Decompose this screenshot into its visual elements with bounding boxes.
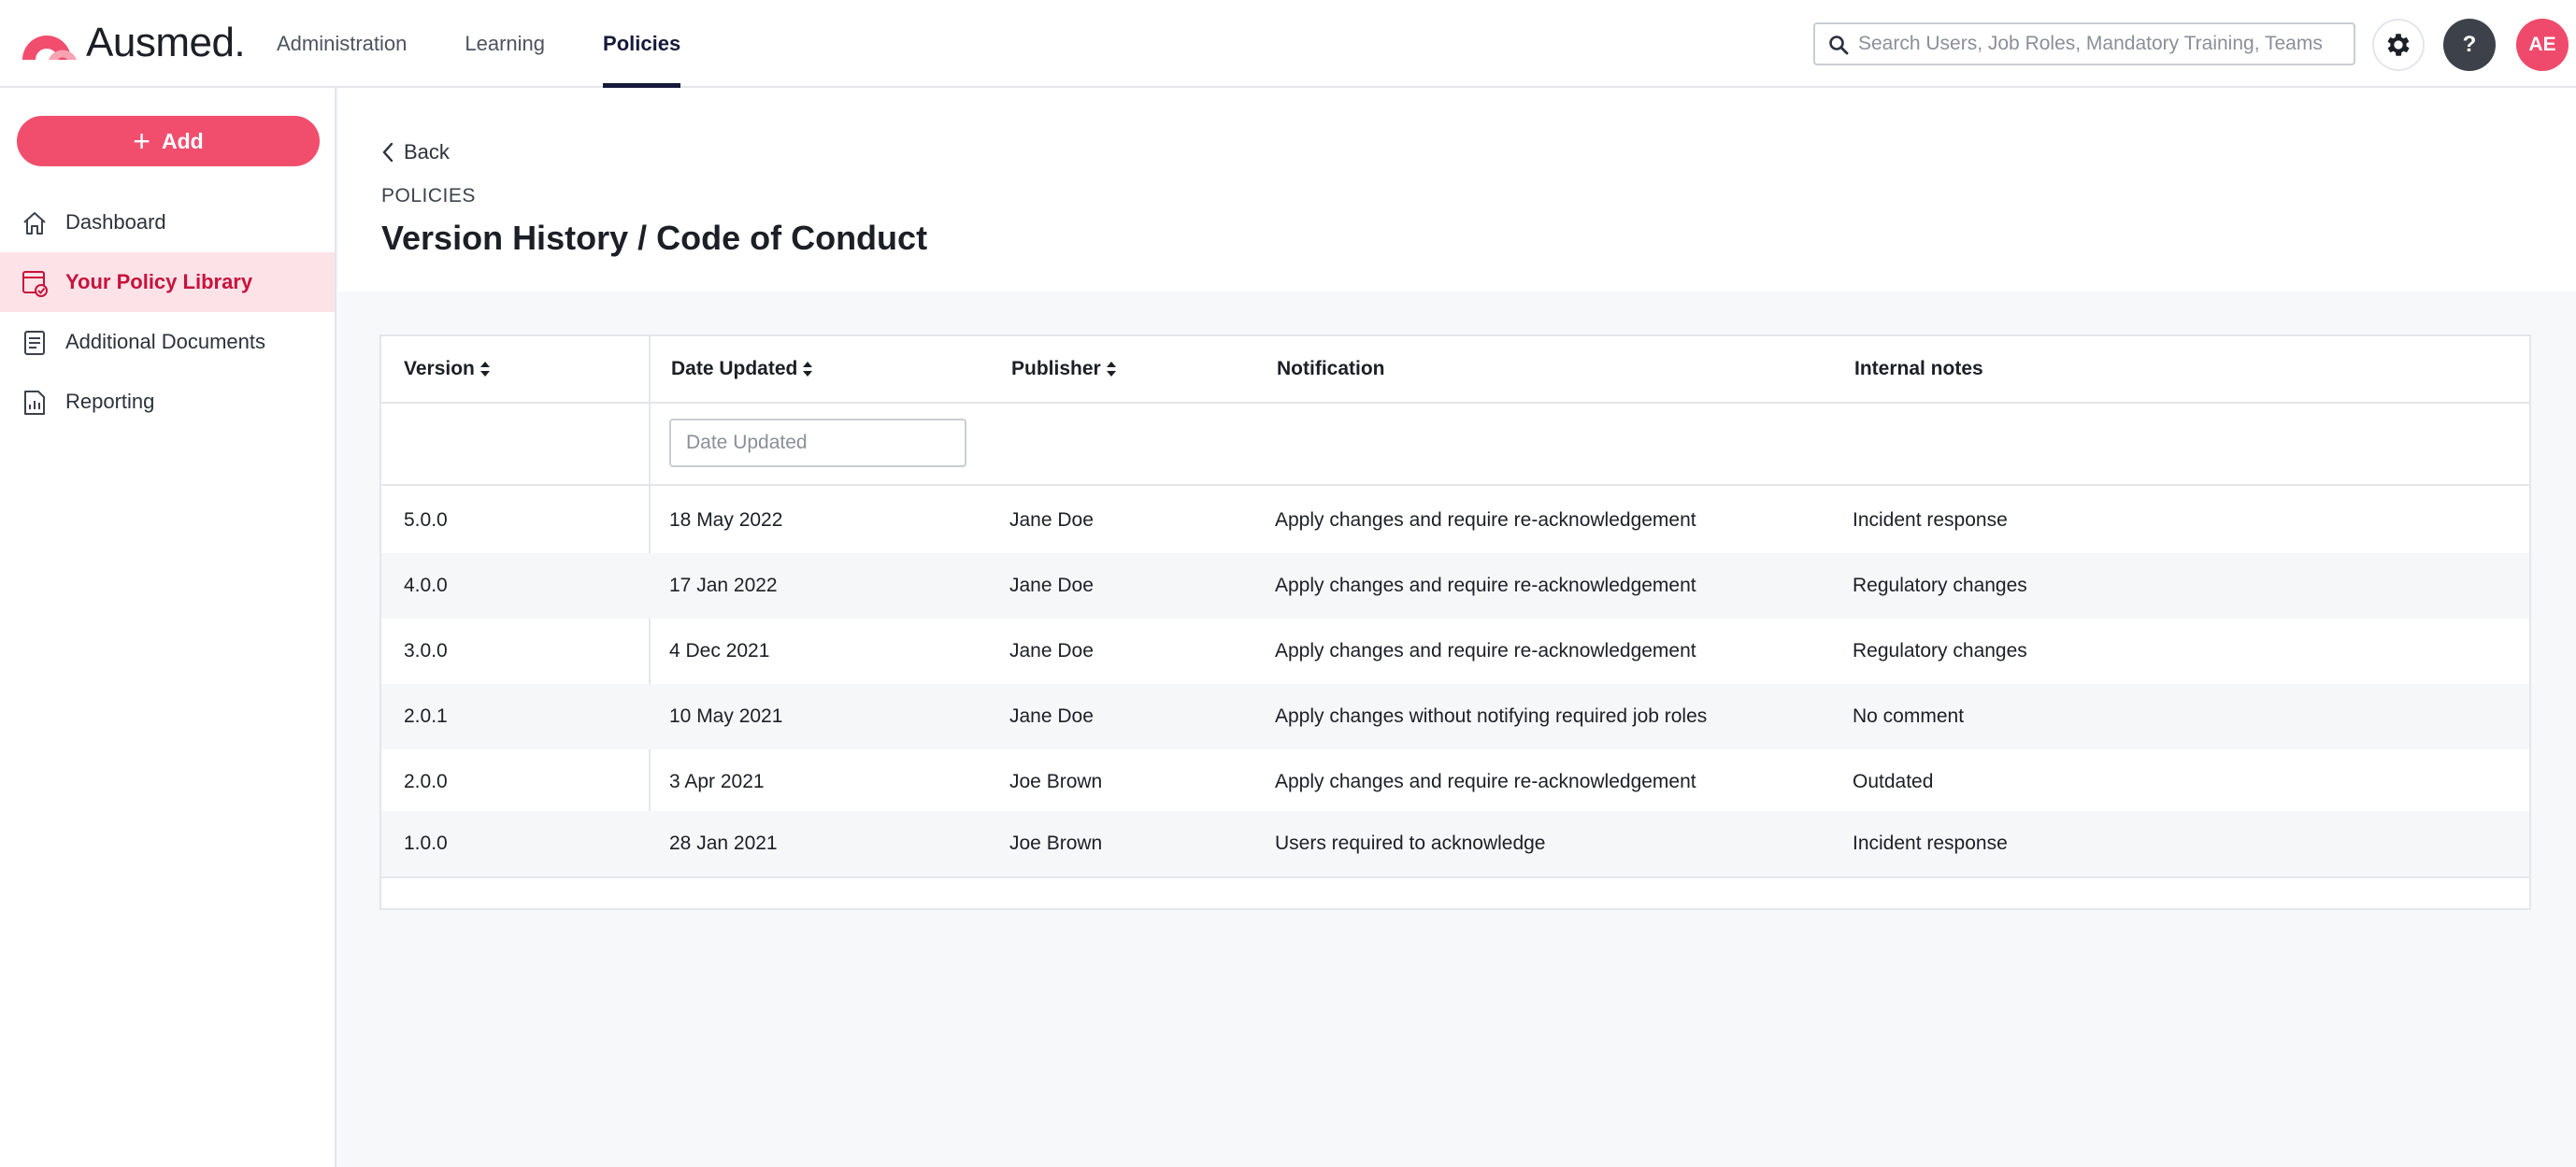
gear-icon bbox=[2387, 34, 2410, 56]
sort-icon bbox=[479, 362, 490, 377]
cell-notification: Apply changes without notifying required… bbox=[1275, 705, 1708, 727]
chevron-left-icon bbox=[382, 142, 394, 163]
ausmed-logo-icon bbox=[22, 36, 77, 60]
cell-notes: Outdated bbox=[1853, 771, 1934, 792]
column-header-date-updated[interactable]: Date Updated bbox=[671, 336, 813, 402]
cell-notification: Apply changes and require re-acknowledge… bbox=[1275, 575, 1696, 596]
cell-publisher: Jane Doe bbox=[1009, 640, 1094, 662]
sidebar-item-label: Dashboard bbox=[65, 210, 166, 234]
sidebar-item-policy-library[interactable]: Your Policy Library bbox=[0, 252, 335, 312]
cell-notes: Incident response bbox=[1853, 509, 2008, 531]
cell-date: 17 Jan 2022 bbox=[669, 575, 778, 596]
cell-publisher: Joe Brown bbox=[1009, 833, 1103, 854]
search-icon bbox=[1829, 36, 1849, 55]
top-nav: Administration Learning Policies bbox=[277, 0, 738, 88]
document-icon bbox=[24, 331, 45, 355]
cell-notes: Regulatory changes bbox=[1853, 640, 2027, 662]
cell-version: 4.0.0 bbox=[404, 575, 448, 596]
table-row[interactable]: 2.0.1 10 May 2021 Jane Doe Apply changes… bbox=[381, 684, 2529, 749]
cell-date: 28 Jan 2021 bbox=[669, 833, 778, 854]
page-title: Version History / Code of Conduct bbox=[381, 219, 928, 257]
cell-publisher: Jane Doe bbox=[1009, 705, 1094, 727]
filter-row bbox=[381, 404, 2529, 486]
column-header-notification: Notification bbox=[1277, 358, 1385, 379]
table-row[interactable]: 4.0.0 17 Jan 2022 Jane Doe Apply changes… bbox=[381, 553, 2529, 619]
ausmed-logo[interactable]: Ausmed. bbox=[21, 20, 246, 65]
nav-policies[interactable]: Policies bbox=[603, 0, 681, 88]
table-footer-divider bbox=[381, 876, 2529, 878]
cell-version: 2.0.0 bbox=[404, 771, 448, 792]
column-header-internal-notes: Internal notes bbox=[1854, 358, 1983, 379]
brand-name: Ausmed bbox=[86, 20, 235, 65]
sidebar-item-reporting[interactable]: Reporting bbox=[0, 372, 335, 432]
sort-icon bbox=[803, 362, 813, 377]
cell-notes: Incident response bbox=[1853, 833, 2008, 854]
sort-icon bbox=[1106, 362, 1116, 377]
cell-date: 18 May 2022 bbox=[669, 509, 783, 531]
table-row[interactable]: 1.0.0 28 Jan 2021 Joe Brown Users requir… bbox=[381, 811, 2529, 876]
cell-version: 5.0.0 bbox=[404, 509, 448, 531]
column-header-publisher[interactable]: Publisher bbox=[1011, 336, 1116, 402]
cell-notification: Apply changes and require re-acknowledge… bbox=[1275, 771, 1696, 792]
cell-notes: Regulatory changes bbox=[1853, 575, 2027, 596]
cell-date: 10 May 2021 bbox=[669, 705, 783, 727]
top-bar: Ausmed. Administration Learning Policies… bbox=[0, 0, 2576, 88]
cell-publisher: Joe Brown bbox=[1009, 771, 1103, 792]
cell-date: 4 Dec 2021 bbox=[669, 640, 770, 662]
cell-version: 1.0.0 bbox=[404, 833, 448, 854]
sidebar-item-label: Additional Documents bbox=[65, 330, 266, 353]
page-header: Back POLICIES Version History / Code of … bbox=[338, 88, 2576, 292]
cell-notification: Users required to acknowledge bbox=[1275, 833, 1546, 854]
report-icon bbox=[24, 391, 45, 415]
table-header: Version Date Updated Publisher Notificat… bbox=[381, 336, 2529, 404]
sidebar-item-label: Your Policy Library bbox=[65, 270, 253, 293]
cell-notification: Apply changes and require re-acknowledge… bbox=[1275, 640, 1696, 662]
help-button[interactable]: ? bbox=[2443, 19, 2496, 71]
add-button[interactable]: + Add bbox=[17, 116, 320, 166]
back-label: Back bbox=[404, 140, 450, 164]
home-icon bbox=[23, 212, 46, 235]
brand-dot: . bbox=[234, 20, 246, 65]
back-link[interactable]: Back bbox=[381, 140, 450, 164]
nav-learning[interactable]: Learning bbox=[465, 0, 545, 88]
cell-date: 3 Apr 2021 bbox=[669, 771, 765, 792]
nav-administration[interactable]: Administration bbox=[277, 0, 407, 88]
cell-publisher: Jane Doe bbox=[1009, 575, 1094, 596]
table-row[interactable]: 5.0.0 18 May 2022 Jane Doe Apply changes… bbox=[381, 488, 2529, 553]
policy-library-icon bbox=[22, 271, 48, 297]
user-avatar[interactable]: AE bbox=[2516, 19, 2569, 71]
sidebar-item-additional-documents[interactable]: Additional Documents bbox=[0, 312, 335, 372]
plus-icon: + bbox=[133, 124, 150, 158]
column-header-version[interactable]: Version bbox=[404, 336, 490, 402]
table-row[interactable]: 2.0.0 3 Apr 2021 Joe Brown Apply changes… bbox=[381, 749, 2529, 815]
add-button-label: Add bbox=[161, 128, 204, 153]
cell-publisher: Jane Doe bbox=[1009, 509, 1094, 531]
settings-button[interactable] bbox=[2372, 19, 2425, 71]
version-history-table: Version Date Updated Publisher Notificat… bbox=[379, 334, 2531, 910]
cell-version: 3.0.0 bbox=[404, 640, 448, 662]
search-input[interactable] bbox=[1858, 24, 2354, 64]
date-updated-filter[interactable] bbox=[669, 419, 966, 467]
table-row[interactable]: 3.0.0 4 Dec 2021 Jane Doe Apply changes … bbox=[381, 619, 2529, 684]
cell-version: 2.0.1 bbox=[404, 705, 448, 727]
sidebar-item-dashboard[interactable]: Dashboard bbox=[0, 192, 335, 252]
sidebar-item-label: Reporting bbox=[65, 390, 155, 413]
sidebar: + Add Dashboard Your Policy Library Addi… bbox=[0, 88, 336, 1167]
cell-notification: Apply changes and require re-acknowledge… bbox=[1275, 509, 1696, 531]
cell-notes: No comment bbox=[1853, 705, 1965, 727]
breadcrumb: POLICIES bbox=[381, 185, 476, 206]
global-search bbox=[1813, 22, 2355, 65]
